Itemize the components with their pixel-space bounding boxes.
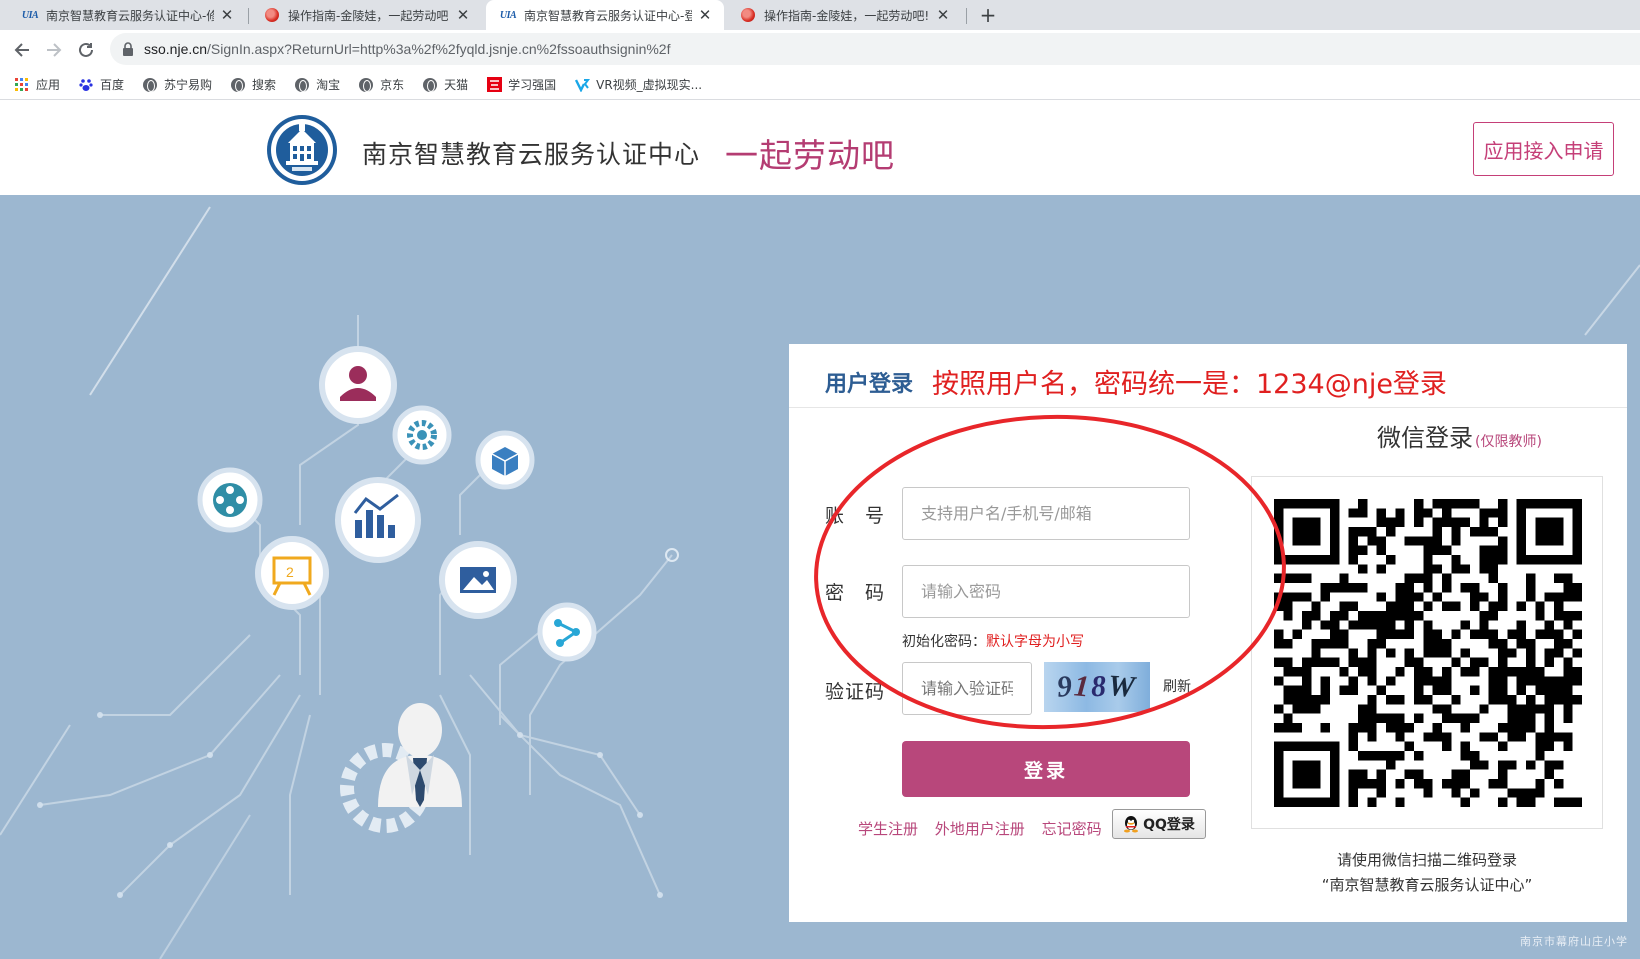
- bookmark-label: 应用: [36, 78, 61, 92]
- bookmark-search[interactable]: 搜索: [230, 76, 276, 93]
- uia-favicon-icon: UIA: [499, 9, 517, 21]
- external-user-register-link[interactable]: 外地用户注册: [935, 820, 1025, 838]
- tab-close-icon[interactable]: ✕: [696, 6, 714, 24]
- arrow-left-icon: [14, 43, 29, 57]
- gear-bubble-icon: [392, 405, 452, 465]
- qr-code-icon: [1274, 499, 1582, 807]
- share-bubble-icon: [537, 602, 597, 662]
- vr-logo-icon: [574, 77, 590, 93]
- bookmark-label: 天猫: [444, 78, 469, 92]
- globe-icon: [358, 77, 374, 93]
- site-header: 南京智慧教育云服务认证中心 一起劳动吧 应用接入申请: [0, 101, 1640, 195]
- user-login-tab[interactable]: 用户登录: [825, 366, 913, 398]
- login-panel-header: 用户登录 按照用户名，密码统一是：1234@nje登录: [789, 344, 1627, 408]
- site-slogan: 一起劳动吧: [725, 136, 895, 175]
- uia-favicon-icon: UIA: [21, 9, 39, 21]
- bookmark-label: 京东: [380, 78, 405, 92]
- url-text: sso.nje.cn/SignIn.aspx?ReturnUrl=http%3a…: [144, 41, 671, 57]
- forgot-password-link[interactable]: 忘记密码: [1042, 820, 1102, 838]
- browser-toolbar: sso.nje.cn/SignIn.aspx?ReturnUrl=http%3a…: [0, 30, 1640, 70]
- bookmark-label: 淘宝: [316, 78, 341, 92]
- browser-tab-4[interactable]: 操作指南-金陵娃，一起劳动吧! ✕: [726, 0, 962, 30]
- bookmark-jd[interactable]: 京东: [358, 76, 404, 93]
- new-tab-button[interactable]: +: [974, 0, 1002, 30]
- auth-links: 学生注册 外地用户注册 忘记密码: [858, 818, 1114, 839]
- tab-title: 南京智慧教育云服务认证中心-登: [524, 8, 692, 23]
- businessman-gear-icon: [340, 703, 462, 833]
- jinling-favicon-icon: [264, 7, 280, 23]
- lock-icon: [120, 41, 136, 57]
- qq-penguin-icon: [1124, 816, 1139, 833]
- globe-icon: [142, 77, 158, 93]
- browser-tab-bar: UIA 南京智慧教育云服务认证中心-修 ✕ 操作指南-金陵娃，一起劳动吧! ✕ …: [0, 0, 1640, 30]
- apply-access-button[interactable]: 应用接入申请: [1473, 122, 1614, 176]
- tab-title: 操作指南-金陵娃，一起劳动吧!: [764, 8, 930, 23]
- tab-close-icon[interactable]: ✕: [218, 6, 236, 24]
- film-reel-bubble-icon: [197, 467, 263, 533]
- wechat-qr-code: [1251, 476, 1603, 829]
- bookmark-taobao[interactable]: 淘宝: [294, 76, 340, 93]
- browser-tab-1[interactable]: UIA 南京智慧教育云服务认证中心-修 ✕: [8, 0, 246, 30]
- wechat-login-title: 微信登录 (仅限教师): [1377, 424, 1542, 452]
- globe-icon: [230, 77, 246, 93]
- apps-grid-icon: [14, 77, 30, 93]
- bookmark-label: 学习强国: [508, 78, 557, 92]
- bookmark-label: 百度: [100, 78, 125, 92]
- school-watermark: 南京市幕府山庄小学: [1520, 935, 1628, 948]
- qq-login-button[interactable]: QQ登录: [1112, 809, 1206, 839]
- arrow-right-icon: [47, 43, 62, 57]
- browser-tab-3-active[interactable]: UIA 南京智慧教育云服务认证中心-登 ✕: [486, 0, 724, 30]
- back-button[interactable]: [10, 38, 34, 62]
- globe-icon: [294, 77, 310, 93]
- tab-close-icon[interactable]: ✕: [934, 6, 952, 24]
- bookmark-baidu[interactable]: 百度: [78, 76, 124, 93]
- box-bubble-icon: [475, 430, 535, 490]
- tab-title: 南京智慧教育云服务认证中心-修: [46, 8, 214, 23]
- bookmark-suning[interactable]: 苏宁易购: [142, 76, 212, 93]
- site-title: 南京智慧教育云服务认证中心: [362, 140, 701, 169]
- tab-separator: [248, 8, 249, 24]
- reload-button[interactable]: [74, 38, 98, 62]
- bookmarks-bar: 应用 百度 苏宁易购 搜索 淘宝 京东 天猫 学习强国 VR视频_虚拟现实...: [0, 70, 1640, 100]
- analytics-chart-bubble-icon: [335, 477, 421, 563]
- tab-separator: [966, 8, 967, 24]
- globe-icon: [422, 77, 438, 93]
- address-bar[interactable]: sso.nje.cn/SignIn.aspx?ReturnUrl=http%3a…: [110, 33, 1640, 65]
- tab-close-icon[interactable]: ✕: [454, 6, 472, 24]
- browser-tab-2[interactable]: 操作指南-金陵娃，一起劳动吧! ✕: [250, 0, 482, 30]
- bookmark-tmall[interactable]: 天猫: [422, 76, 468, 93]
- bookmark-xuexi[interactable]: 学习强国: [486, 76, 556, 93]
- bookmark-label: 苏宁易购: [164, 78, 213, 92]
- tab-title: 操作指南-金陵娃，一起劳动吧!: [288, 8, 450, 23]
- school-seal-logo: [264, 113, 340, 187]
- image-bubble-icon: [439, 541, 517, 619]
- xuexi-logo-icon: [486, 77, 502, 93]
- baidu-paw-icon: [78, 77, 94, 93]
- user-bubble-icon: [319, 346, 397, 424]
- qq-login-label: QQ登录: [1143, 817, 1195, 833]
- bookmark-label: 搜索: [252, 78, 277, 92]
- wechat-qr-caption: 请使用微信扫描二维码登录 “南京智慧教育云服务认证中心”: [1321, 851, 1533, 894]
- bookmark-apps[interactable]: 应用: [14, 76, 60, 93]
- credential-notice: 按照用户名，密码统一是：1234@nje登录: [932, 369, 1447, 400]
- forward-button[interactable]: [42, 38, 66, 62]
- presentation-board-bubble-icon: 2: [255, 536, 329, 610]
- reload-icon: [79, 42, 93, 57]
- student-register-link[interactable]: 学生注册: [858, 820, 918, 838]
- svg-text:2: 2: [286, 564, 294, 580]
- bookmark-label: VR视频_虚拟现实...: [596, 78, 703, 92]
- red-annotation-ellipse: [814, 414, 1286, 730]
- jinling-favicon-icon: [740, 7, 756, 23]
- login-submit-button[interactable]: 登录: [902, 741, 1190, 797]
- bookmark-vr[interactable]: VR视频_虚拟现实...: [574, 76, 702, 93]
